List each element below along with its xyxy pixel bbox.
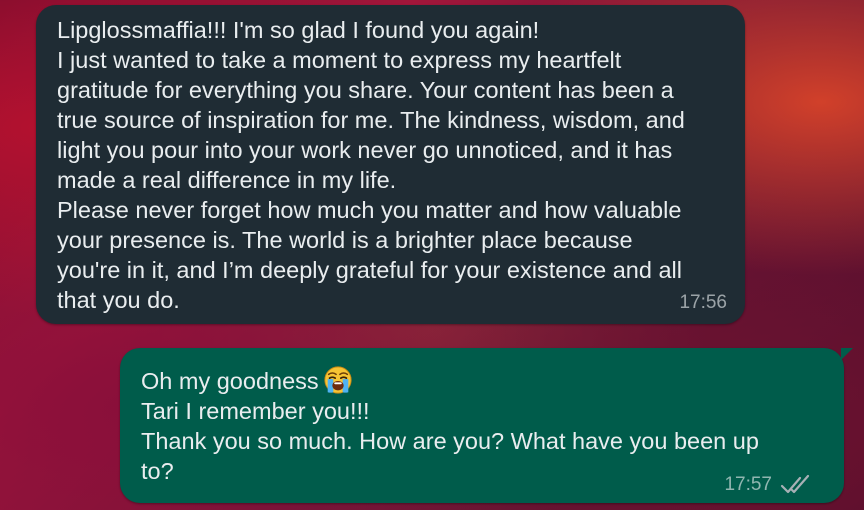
- message-text-line: I just wanted to take a moment to expres…: [57, 47, 622, 73]
- message-timestamp: 17:56: [679, 292, 727, 313]
- message-text-line: Please never forget how much you matter …: [57, 197, 682, 223]
- message-timestamp: 17:57: [724, 474, 772, 495]
- message-text-line: to?: [141, 458, 174, 484]
- message-text-line: you're in it, and I’m deeply grateful fo…: [57, 257, 682, 283]
- message-text-line: light you pour into your work never go u…: [57, 137, 673, 163]
- message-text-line: your presence is. The world is a brighte…: [57, 227, 633, 253]
- message-text-line: Tari I remember you!!!: [141, 398, 370, 424]
- message-meta: 17:57: [724, 474, 812, 496]
- incoming-message-bubble[interactable]: Lipglossmaffia!!! I'm so glad I found yo…: [36, 5, 745, 324]
- loudly-crying-face-icon: [324, 366, 352, 394]
- message-text-line: Thank you so much. How are you? What hav…: [141, 428, 759, 454]
- outgoing-message-bubble[interactable]: Oh my goodness Tari I remember you!!! Th…: [120, 348, 853, 503]
- message-text-line: gratitude for everything you share. Your…: [57, 77, 674, 103]
- double-check-icon: [780, 474, 810, 494]
- message-text-line: Lipglossmaffia!!! I'm so glad I found yo…: [57, 17, 540, 43]
- message-text-line: that you do.: [57, 287, 180, 313]
- message-text-line: made a real difference in my life.: [57, 167, 397, 193]
- message-text: Oh my goodness: [141, 368, 319, 394]
- message-text-line: true source of inspiration for me. The k…: [57, 107, 685, 133]
- message-meta: 17:56: [679, 292, 727, 314]
- message-text-line: Oh my goodness: [141, 365, 822, 396]
